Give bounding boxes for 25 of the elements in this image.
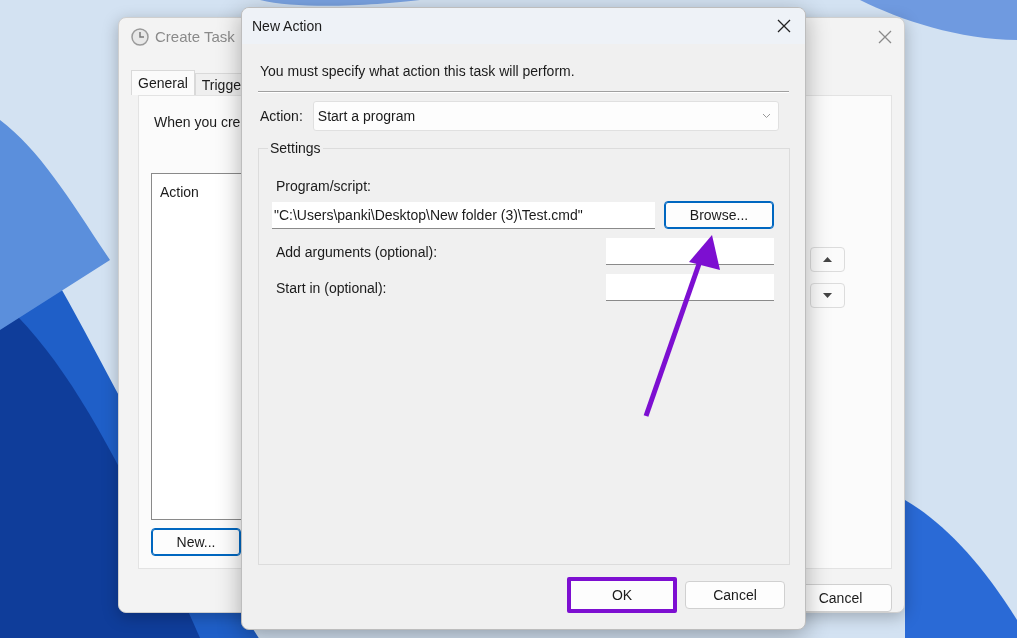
dialog-title: New Action [252,18,324,34]
column-header: Action [160,183,199,200]
move-up-button[interactable] [810,246,845,272]
move-down-button[interactable] [810,282,845,308]
new-button[interactable]: New... [151,527,241,556]
chevron-down-icon [763,113,770,118]
tab[interactable]: General [131,70,195,96]
instruction-text: You must specify what action this task will perform. [259,62,576,81]
intro-text: When you cre [154,114,241,131]
close-icon[interactable] [777,19,791,33]
up-arrow-icon [823,256,832,262]
field-label: Start in (optional): [276,279,387,296]
window-title: Create Task [155,28,236,46]
down-arrow-icon [823,292,832,298]
ok-button[interactable]: OK [571,581,673,609]
input-field[interactable] [606,274,774,301]
cancel-button[interactable]: Cancel [685,581,785,609]
input-field[interactable]: "C:\Users\panki\Desktop\New folder (3)\Test.cmd" [272,201,655,229]
field-label: Program/script: [275,177,372,196]
field-label: Add arguments (optional): [276,243,438,260]
action-dropdown[interactable]: Start a program [312,100,779,131]
clock-icon [131,27,149,46]
action-label: Action: [259,107,303,124]
group-label: Settings [269,140,322,156]
browse-button[interactable]: Browse... [664,201,774,229]
